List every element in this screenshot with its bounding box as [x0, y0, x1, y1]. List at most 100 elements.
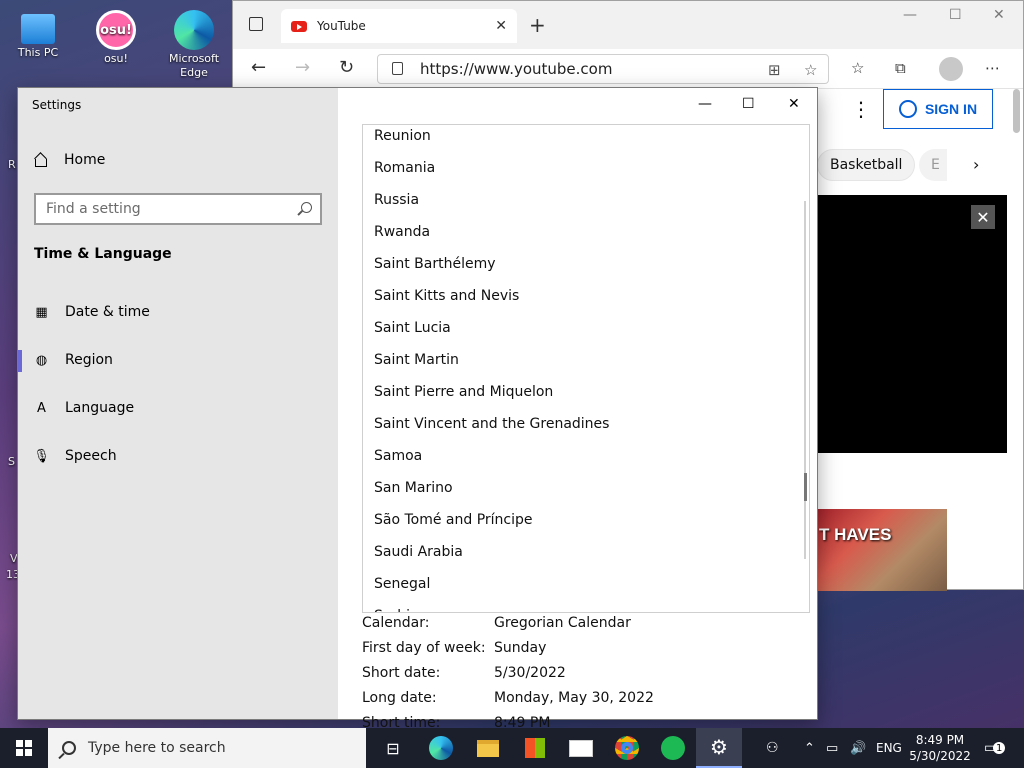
favorites-icon[interactable]: ☆ [851, 59, 864, 77]
add-favorite-icon[interactable]: ☆ [804, 61, 817, 79]
home-link[interactable]: Home [34, 152, 105, 168]
taskbar: Type here to search ⊟ ⚙ ⚇ ⌃ ▭ 🔊 ENG 8:49… [0, 728, 1024, 768]
tab-strip: YouTube ✕ + — ☐ ✕ [233, 1, 1023, 49]
people-icon[interactable]: ⚇ [766, 728, 779, 768]
desktop-icon-label: Microsoft Edge [168, 52, 220, 79]
taskbar-settings[interactable]: ⚙ [696, 728, 742, 768]
list-item[interactable]: Saint Vincent and the Grenadines [363, 408, 809, 440]
list-item[interactable]: São Tomé and Príncipe [363, 504, 809, 536]
nav-date-time[interactable]: ▦ Date & time [34, 304, 150, 320]
taskbar-edge[interactable] [418, 728, 464, 768]
find-setting-input[interactable]: Find a setting [34, 193, 322, 225]
kebab-menu-icon[interactable]: ⋮ [851, 97, 871, 121]
collections-icon[interactable]: ⧉ [895, 59, 906, 77]
nav-language[interactable]: A Language [34, 400, 134, 416]
list-item[interactable]: Russia [363, 184, 809, 216]
list-item[interactable]: Saint Kitts and Nevis [363, 280, 809, 312]
page-scrollbar[interactable] [1013, 89, 1020, 133]
taskbar-spotify[interactable] [650, 728, 696, 768]
edge-icon [429, 736, 453, 760]
chevron-right-icon[interactable]: › [973, 155, 979, 174]
minimize-button[interactable]: — [903, 7, 917, 23]
language-indicator[interactable]: ENG [876, 728, 902, 768]
video-thumbnail[interactable]: T HAVES [813, 509, 947, 591]
folder-icon [477, 739, 499, 757]
chrome-icon [615, 736, 639, 760]
list-item[interactable]: Samoa [363, 440, 809, 472]
chip-basketball[interactable]: Basketball [817, 149, 916, 181]
settings-window: Settings Home Find a setting Time & Lang… [17, 87, 818, 731]
format-value: 5/30/2022 [494, 665, 566, 681]
taskbar-search[interactable]: Type here to search [48, 728, 366, 768]
home-label: Home [64, 152, 106, 168]
notification-badge: 1 [993, 742, 1006, 754]
active-indicator [18, 350, 22, 372]
volume-icon[interactable]: 🔊 [850, 728, 866, 768]
maximize-button[interactable]: ☐ [742, 96, 755, 112]
tab-actions-icon[interactable] [249, 17, 263, 31]
close-icon[interactable]: ✕ [971, 205, 995, 229]
sign-in-label: SIGN IN [924, 101, 978, 117]
forward-button[interactable]: → [295, 57, 310, 78]
new-tab-button[interactable]: + [529, 13, 546, 37]
list-scrollbar-track[interactable] [804, 201, 806, 559]
list-item[interactable]: Saint Lucia [363, 312, 809, 344]
taskbar-search-placeholder: Type here to search [88, 740, 226, 756]
task-view-button[interactable]: ⊟ [370, 728, 416, 768]
chip-partial[interactable]: E [919, 149, 947, 181]
show-hidden-icons[interactable]: ⌃ [804, 728, 815, 768]
taskbar-file-explorer[interactable] [465, 728, 511, 768]
list-item[interactable]: Saudi Arabia [363, 536, 809, 568]
back-button[interactable]: ← [251, 57, 266, 78]
list-item[interactable]: Reunion [363, 125, 809, 152]
tab-youtube[interactable]: YouTube ✕ [281, 9, 517, 43]
network-icon[interactable]: ▭ [826, 728, 838, 768]
refresh-button[interactable]: ↻ [339, 57, 354, 78]
app-available-icon[interactable]: ⊞ [768, 61, 781, 79]
profile-avatar[interactable] [939, 57, 963, 81]
window-title: Settings [32, 98, 82, 112]
nav-label: Region [65, 352, 113, 368]
list-item[interactable]: Rwanda [363, 216, 809, 248]
nav-speech[interactable]: 🎙 Speech [33, 448, 116, 464]
list-item[interactable]: Senegal [363, 568, 809, 600]
list-item[interactable]: Saint Pierre and Miquelon [363, 376, 809, 408]
spotify-icon [661, 736, 685, 760]
clock[interactable]: 8:49 PM 5/30/2022 [900, 732, 980, 764]
notification-center-icon[interactable]: ▭ 1 [984, 728, 1006, 768]
desktop-icon-this-pc[interactable]: This PC [8, 10, 68, 59]
url-field[interactable]: https://www.youtube.com ⊞ ☆ [377, 54, 829, 84]
taskbar-mail[interactable] [558, 728, 604, 768]
calendar-clock-icon: ▦ [35, 304, 48, 320]
nav-region[interactable]: ◍ Region [34, 352, 113, 368]
taskbar-store[interactable] [512, 728, 558, 768]
close-button[interactable]: ✕ [993, 7, 1005, 23]
close-tab-icon[interactable]: ✕ [495, 18, 507, 34]
clock-time: 8:49 PM [915, 733, 965, 747]
minimize-button[interactable]: — [698, 96, 712, 112]
desktop-icon-edge[interactable]: Microsoft Edge [164, 10, 224, 80]
list-item[interactable]: San Marino [363, 472, 809, 504]
list-item[interactable]: Saint Martin [363, 344, 809, 376]
video-player[interactable] [813, 195, 1007, 453]
mail-icon [569, 739, 593, 757]
taskbar-chrome[interactable] [604, 728, 650, 768]
list-item[interactable]: Romania [363, 152, 809, 184]
tab-title: YouTube [317, 19, 366, 33]
format-value: Sunday [494, 640, 547, 656]
more-icon[interactable]: ⋯ [985, 59, 1000, 77]
start-button[interactable] [0, 728, 48, 768]
maximize-button[interactable]: ☐ [949, 7, 962, 23]
country-dropdown-list[interactable]: Reunion Romania Russia Rwanda Saint Bart… [362, 124, 810, 613]
format-value: Gregorian Calendar [494, 615, 631, 631]
list-item[interactable]: Serbia [363, 600, 809, 612]
address-bar: ← → ↻ https://www.youtube.com ⊞ ☆ ☆ ⧉ ⋯ [233, 49, 1023, 89]
list-scrollbar-thumb[interactable] [804, 473, 807, 501]
settings-sidebar: Settings Home Find a setting Time & Lang… [18, 88, 338, 719]
nav-label: Date & time [65, 304, 150, 320]
list-item[interactable]: Saint Barthélemy [363, 248, 809, 280]
format-row-calendar: Calendar: Gregorian Calendar [362, 615, 631, 631]
close-button[interactable]: ✕ [788, 96, 800, 112]
desktop-icon-osu[interactable]: osu! osu! [86, 10, 146, 65]
sign-in-button[interactable]: SIGN IN [883, 89, 993, 129]
